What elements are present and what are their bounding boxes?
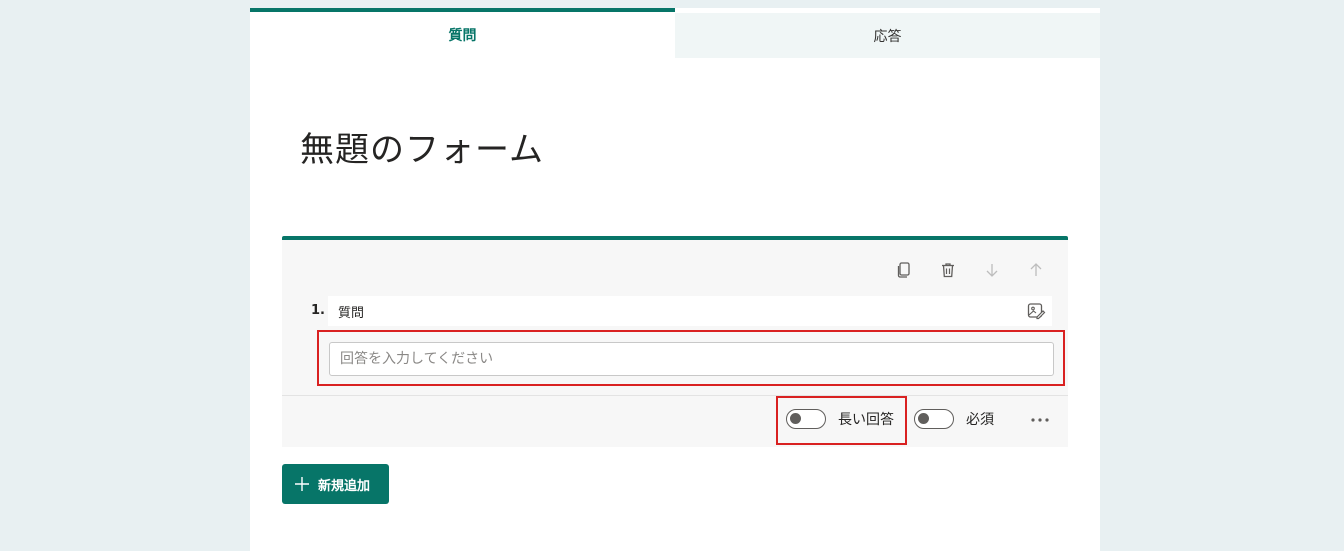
required-toggle[interactable]: 必須 <box>914 408 994 430</box>
move-up-icon[interactable] <box>1024 258 1048 282</box>
long-answer-switch[interactable] <box>786 409 826 429</box>
question-title-input[interactable]: 質問 <box>328 296 1052 326</box>
form-editor-page: 質問 応答 無題のフォーム 1. 質問 回答を入力してください 長い回答 必須 … <box>250 8 1100 551</box>
tab-responses-label: 応答 <box>873 28 902 45</box>
move-down-icon[interactable] <box>980 258 1004 282</box>
question-title-text: 質問 <box>338 305 365 321</box>
form-title[interactable]: 無題のフォーム <box>300 122 544 171</box>
copy-icon[interactable] <box>892 258 916 282</box>
question-card[interactable]: 1. 質問 回答を入力してください 長い回答 必須 <box>282 236 1068 447</box>
required-switch-knob <box>918 413 929 424</box>
question-number: 1. <box>311 303 325 318</box>
insert-media-icon[interactable] <box>1026 301 1046 321</box>
required-label: 必須 <box>966 412 994 428</box>
long-answer-toggle[interactable]: 長い回答 <box>786 408 894 430</box>
question-row: 1. 質問 <box>308 296 1052 326</box>
long-answer-switch-knob <box>790 413 801 424</box>
long-answer-label: 長い回答 <box>838 412 894 428</box>
delete-icon[interactable] <box>936 258 960 282</box>
tab-questions-label: 質問 <box>448 28 477 44</box>
tab-bar: 質問 応答 <box>250 8 1100 58</box>
add-new-label: 新規追加 <box>318 478 371 494</box>
question-toolbar <box>892 258 1048 282</box>
required-switch[interactable] <box>914 409 954 429</box>
tab-responses[interactable]: 応答 <box>675 13 1100 58</box>
add-new-button[interactable]: 新規追加 <box>282 464 389 504</box>
question-options-bar: 長い回答 必須 <box>282 396 1068 451</box>
answer-input[interactable] <box>329 342 1054 376</box>
more-options-icon[interactable] <box>1026 408 1054 432</box>
answer-highlight-box <box>317 330 1065 386</box>
tab-questions[interactable]: 質問 <box>250 8 675 58</box>
plus-icon <box>295 477 309 491</box>
